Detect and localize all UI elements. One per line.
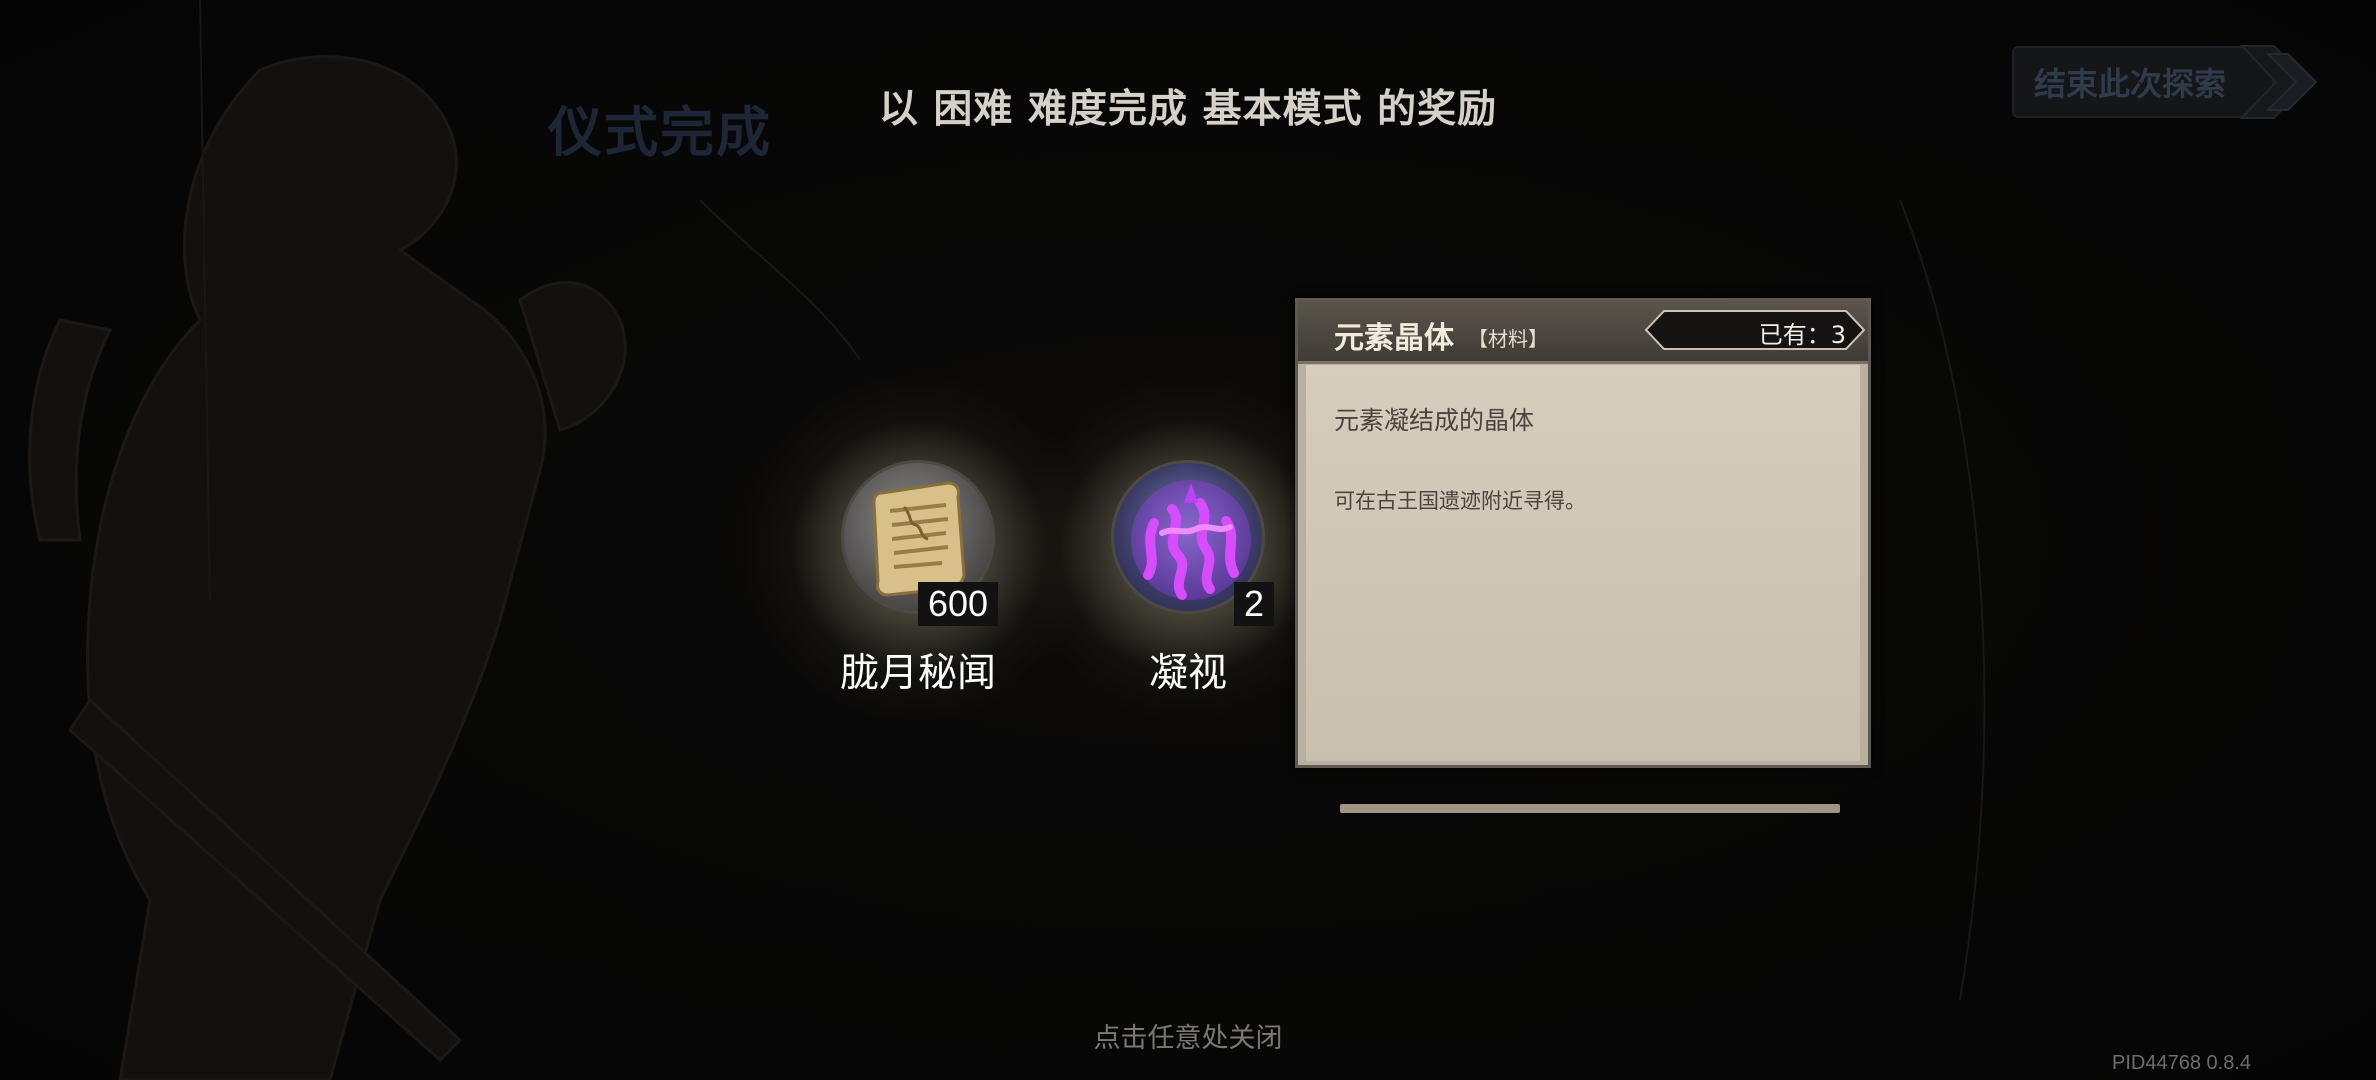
reward-name: 胧月秘闻 <box>839 651 996 696</box>
reward-item[interactable]: 2 凝视 <box>988 348 1388 748</box>
owned-count-text: 已有：3 <box>1758 321 1846 349</box>
reward-item[interactable]: 600 胧月秘闻 <box>718 348 1118 748</box>
tooltip-description: 元素凝结成的晶体 <box>1334 406 1535 435</box>
item-tooltip-panel: 元素晶体 【材料】 已有：3 元素凝结成的晶体 可在古王国遗迹附近寻得。 <box>1295 298 1871 813</box>
tooltip-title: 元素晶体 <box>1334 321 1454 356</box>
tooltip-header: 元素晶体 【材料】 已有：3 <box>1298 301 1868 364</box>
tooltip-source: 可在古王国遗迹附近寻得。 <box>1334 489 1586 513</box>
tooltip-category-tag: 【材料】 <box>1468 327 1548 351</box>
reward-headline: 以 困难 难度完成 基本模式 的奖励 <box>878 86 1498 132</box>
tooltip-body: 元素凝结成的晶体 可在古王国遗迹附近寻得。 <box>1306 365 1860 813</box>
tap-to-close-hint[interactable]: 点击任意处关闭 <box>0 1016 2376 1055</box>
reward-quantity: 2 <box>1234 582 1275 626</box>
tooltip-scrollbar[interactable] <box>1340 804 1840 813</box>
reward-name: 凝视 <box>1148 651 1227 696</box>
version-label: PID44768 0.8.4 <box>2112 1052 2251 1074</box>
reward-quantity: 600 <box>918 582 999 626</box>
owned-count-badge: 已有：3 <box>1642 309 1868 351</box>
